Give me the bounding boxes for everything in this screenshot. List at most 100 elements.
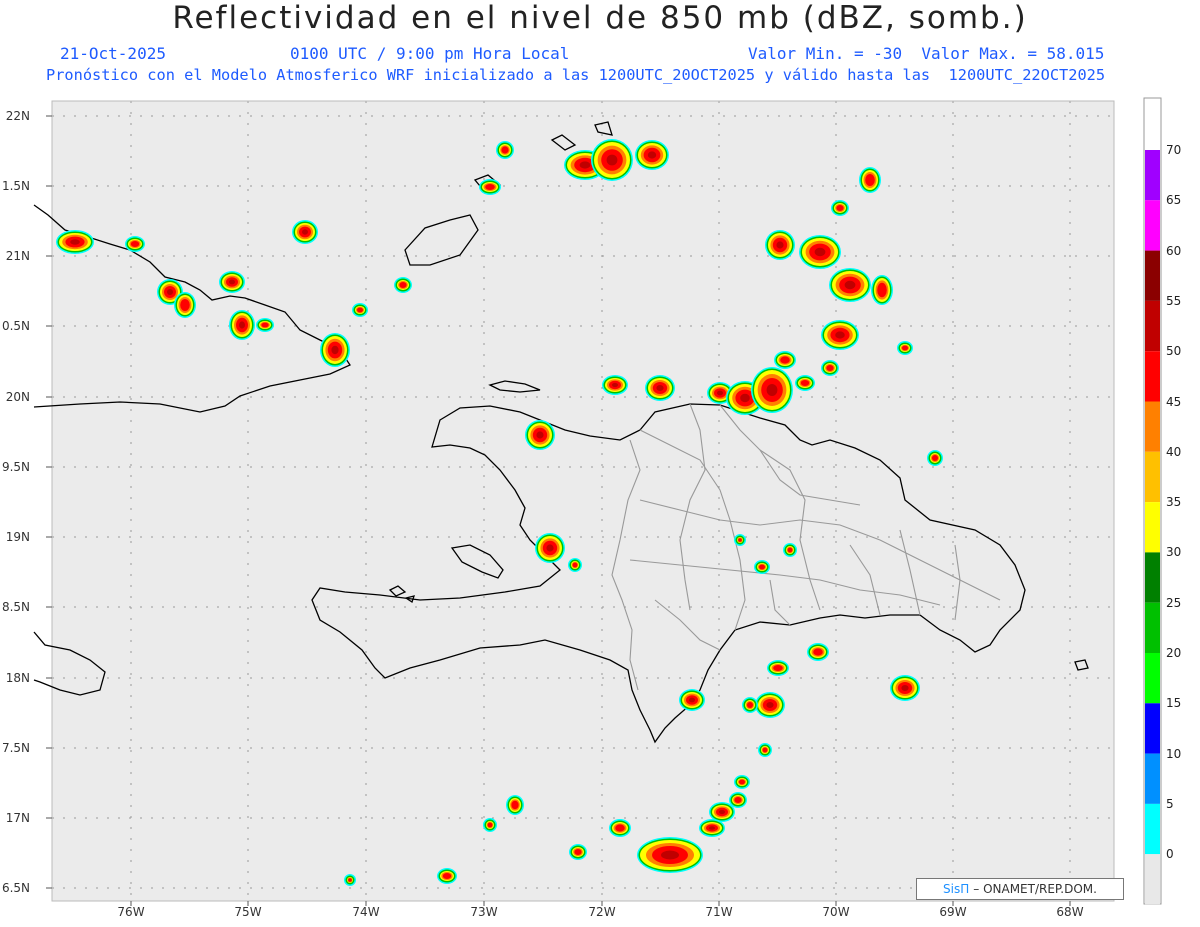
colorbar-label: 40 bbox=[1166, 444, 1182, 459]
reflectivity-cell bbox=[758, 743, 772, 757]
lat-label: 7.5N bbox=[2, 741, 30, 755]
reflectivity-cell bbox=[479, 179, 501, 195]
reflectivity-cell bbox=[679, 689, 705, 711]
colorbar-segment bbox=[1145, 653, 1160, 704]
reflectivity-map: 22N 1.5N 21N 0.5N 20N 9.5N 19N 8.5N 18N 7.5N 17N 6.… bbox=[2, 97, 1162, 919]
lat-label: 1.5N bbox=[2, 179, 30, 193]
lat-label: 6.5N bbox=[2, 881, 30, 895]
colorbar bbox=[1143, 97, 1162, 905]
reflectivity-cell bbox=[767, 660, 789, 676]
reflectivity-cell bbox=[729, 792, 747, 808]
lat-label: 20N bbox=[6, 390, 30, 404]
credit-box: SisΠ – ONAMET/REP.DOM. bbox=[916, 878, 1124, 900]
lon-label: 72W bbox=[588, 905, 615, 919]
reflectivity-cell bbox=[352, 303, 368, 317]
reflectivity-cell bbox=[831, 200, 849, 216]
reflectivity-cell bbox=[591, 139, 633, 181]
colorbar-label: 35 bbox=[1166, 495, 1182, 510]
reflectivity-cell bbox=[754, 560, 770, 574]
colorbar-segment bbox=[1145, 552, 1160, 603]
reflectivity-cell bbox=[699, 819, 725, 837]
colorbar-label: 20 bbox=[1166, 646, 1182, 660]
reflectivity-cell bbox=[602, 375, 628, 395]
reflectivity-cell bbox=[320, 333, 350, 367]
reflectivity-cell bbox=[174, 292, 196, 318]
reflectivity-cell bbox=[795, 375, 815, 391]
colorbar-label: 30 bbox=[1166, 545, 1182, 560]
reflectivity-cell bbox=[637, 837, 703, 873]
reflectivity-cell bbox=[734, 534, 746, 546]
credit-brand: SisΠ bbox=[943, 882, 970, 896]
reflectivity-cell bbox=[734, 775, 750, 789]
colorbar-label: 50 bbox=[1166, 344, 1182, 359]
lat-label: 22N bbox=[6, 109, 30, 123]
lat-label: 21N bbox=[6, 249, 30, 263]
lon-label: 73W bbox=[470, 905, 497, 919]
reflectivity-cell bbox=[755, 692, 785, 718]
reflectivity-cell bbox=[645, 375, 675, 401]
lat-label: 9.5N bbox=[2, 460, 30, 474]
reflectivity-cell bbox=[829, 268, 871, 302]
reflectivity-cell bbox=[56, 230, 94, 254]
colorbar-label: 25 bbox=[1166, 595, 1182, 610]
colorbar-label: 55 bbox=[1166, 293, 1182, 308]
colorbar-segment bbox=[1145, 753, 1160, 804]
reflectivity-cell bbox=[890, 675, 920, 701]
colorbar-label: 0 bbox=[1166, 847, 1174, 862]
colorbar-segment bbox=[1145, 854, 1160, 905]
reflectivity-cell bbox=[394, 277, 412, 293]
lat-label: 19N bbox=[6, 530, 30, 544]
lon-label: 68W bbox=[1056, 905, 1083, 919]
reflectivity-cell bbox=[742, 697, 758, 713]
lon-label: 74W bbox=[352, 905, 379, 919]
lat-label: 17N bbox=[6, 811, 30, 825]
lon-label: 75W bbox=[234, 905, 261, 919]
reflectivity-cell bbox=[765, 230, 795, 260]
lon-label: 71W bbox=[705, 905, 732, 919]
lon-label: 76W bbox=[117, 905, 144, 919]
colorbar-segment bbox=[1145, 351, 1160, 402]
reflectivity-cell bbox=[927, 450, 943, 466]
reflectivity-cell bbox=[292, 220, 318, 244]
reflectivity-cell bbox=[569, 844, 587, 860]
reflectivity-cell bbox=[256, 318, 274, 332]
colorbar-segment bbox=[1145, 200, 1160, 251]
colorbar-segment bbox=[1145, 401, 1160, 452]
colorbar-segment bbox=[1145, 803, 1160, 855]
reflectivity-cell bbox=[483, 818, 497, 832]
credit-text: – ONAMET/REP.DOM. bbox=[973, 882, 1097, 896]
colorbar-segment bbox=[1145, 250, 1160, 301]
colorbar-label: 60 bbox=[1166, 243, 1182, 258]
reflectivity-cell bbox=[609, 819, 631, 837]
reflectivity-cell bbox=[635, 140, 669, 170]
colorbar-segment bbox=[1145, 300, 1160, 352]
map-background bbox=[52, 101, 1114, 901]
reflectivity-cell bbox=[871, 275, 893, 305]
reflectivity-cell bbox=[751, 367, 793, 413]
colorbar-segment bbox=[1145, 502, 1160, 553]
reflectivity-cell bbox=[229, 310, 255, 340]
colorbar-label: 5 bbox=[1166, 796, 1174, 811]
reflectivity-cell bbox=[821, 320, 859, 350]
colorbar-label: 70 bbox=[1166, 143, 1182, 157]
lat-label: 0.5N bbox=[2, 319, 30, 333]
lat-label: 8.5N bbox=[2, 600, 30, 614]
lon-label: 70W bbox=[822, 905, 849, 919]
reflectivity-cell bbox=[506, 795, 524, 815]
colorbar-segment bbox=[1145, 451, 1160, 503]
reflectivity-cell bbox=[437, 868, 457, 884]
reflectivity-cell bbox=[344, 874, 356, 886]
colorbar-segment bbox=[1145, 150, 1160, 201]
reflectivity-cell bbox=[774, 351, 796, 369]
lon-label: 69W bbox=[939, 905, 966, 919]
reflectivity-cell bbox=[799, 235, 841, 269]
colorbar-label: 10 bbox=[1166, 746, 1182, 761]
reflectivity-cell bbox=[219, 271, 245, 293]
reflectivity-cell bbox=[496, 141, 514, 159]
reflectivity-cell bbox=[568, 558, 582, 572]
colorbar-label: 45 bbox=[1166, 394, 1182, 409]
reflectivity-cell bbox=[821, 360, 839, 376]
reflectivity-cell bbox=[807, 643, 829, 661]
lat-label: 18N bbox=[6, 671, 30, 685]
reflectivity-cell bbox=[859, 167, 881, 193]
